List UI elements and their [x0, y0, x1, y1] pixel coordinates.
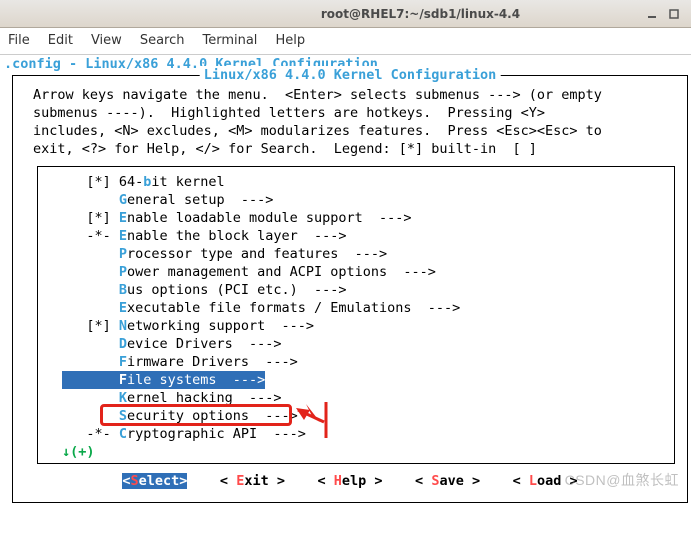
menu-item[interactable]: Power management and ACPI options --->: [38, 263, 674, 281]
inner-title: Linux/x86 4.4.0 Kernel Configuration: [200, 66, 501, 84]
menu-item[interactable]: -*- Enable the block layer --->: [38, 227, 674, 245]
menu-item[interactable]: [*] 64-bit kernel: [38, 173, 674, 191]
save-button[interactable]: < Save >: [415, 473, 480, 489]
menu-help[interactable]: Help: [275, 33, 305, 48]
menu-item[interactable]: [*] Networking support --->: [38, 317, 674, 335]
help-button[interactable]: < Help >: [317, 473, 382, 489]
maximize-button[interactable]: [663, 5, 685, 23]
menu-item[interactable]: Kernel hacking --->: [38, 389, 674, 407]
menu-item[interactable]: Bus options (PCI etc.) --->: [38, 281, 674, 299]
menu-view[interactable]: View: [91, 33, 122, 48]
minimize-button[interactable]: [641, 5, 663, 23]
outer-frame: Linux/x86 4.4.0 Kernel Configuration Arr…: [12, 75, 688, 503]
menu-item[interactable]: -*- Cryptographic API --->: [38, 425, 674, 443]
menubar: File Edit View Search Terminal Help: [0, 28, 691, 55]
menu-item[interactable]: Device Drivers --->: [38, 335, 674, 353]
window-title: root@RHEL7:~/sdb1/linux-4.4: [200, 7, 641, 21]
help-text: Arrow keys navigate the menu. <Enter> se…: [13, 76, 687, 162]
select-button[interactable]: <Select>: [122, 473, 187, 489]
menu-file[interactable]: File: [8, 33, 30, 48]
menu-search[interactable]: Search: [140, 33, 185, 48]
load-button[interactable]: < Load >: [513, 473, 578, 489]
menu-item[interactable]: Security options --->: [38, 407, 674, 425]
terminal-area[interactable]: .config - Linux/x86 4.4.0 Kernel Configu…: [0, 55, 691, 503]
menu-edit[interactable]: Edit: [48, 33, 73, 48]
menu-item[interactable]: Firmware Drivers --->: [38, 353, 674, 371]
more-indicator: ↓(+): [38, 443, 674, 461]
menu-item[interactable]: General setup --->: [38, 191, 674, 209]
menu-item-selected[interactable]: File systems --->: [38, 371, 674, 389]
button-row: <Select> < Exit > < Help > < Save > < Lo…: [13, 464, 687, 496]
menu-list: [*] 64-bit kernel General setup ---> [*]…: [37, 166, 675, 464]
menu-item[interactable]: Executable file formats / Emulations ---…: [38, 299, 674, 317]
menu-item[interactable]: Processor type and features --->: [38, 245, 674, 263]
menu-item[interactable]: [*] Enable loadable module support --->: [38, 209, 674, 227]
menu-terminal[interactable]: Terminal: [202, 33, 257, 48]
titlebar: root@RHEL7:~/sdb1/linux-4.4: [0, 0, 691, 28]
exit-button[interactable]: < Exit >: [220, 473, 285, 489]
